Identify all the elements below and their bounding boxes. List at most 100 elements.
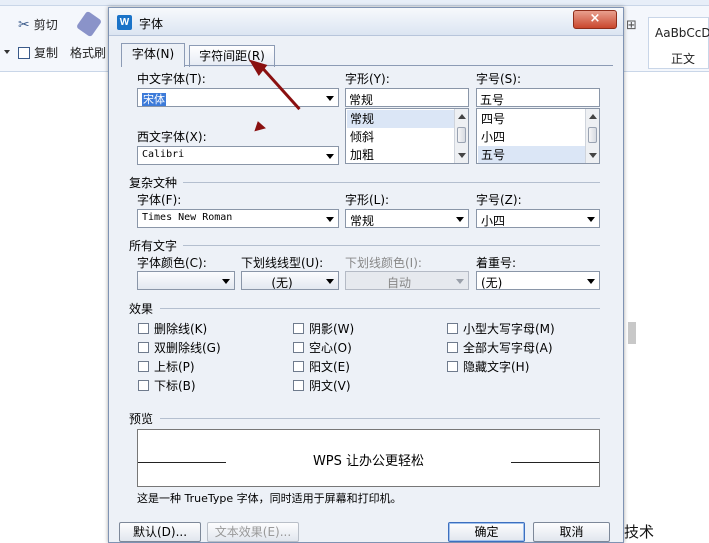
- subscript-checkbox[interactable]: 下标(B): [138, 377, 196, 394]
- complex-size-select[interactable]: 小四: [476, 209, 600, 228]
- strikethrough-checkbox[interactable]: 删除线(K): [138, 320, 207, 337]
- underline-color-select: 自动: [345, 271, 469, 290]
- list-item[interactable]: 小四: [478, 128, 585, 146]
- table-grid-icon: ⊞: [626, 18, 637, 33]
- shadow-checkbox[interactable]: 阴影(W): [293, 320, 354, 337]
- tab-font[interactable]: 字体(N): [121, 43, 185, 67]
- checkbox-box[interactable]: [447, 361, 458, 372]
- underline-color-label: 下划线颜色(I):: [345, 256, 422, 270]
- checkbox-label: 全部大写字母(A): [463, 341, 553, 355]
- chevron-down-icon: [326, 96, 334, 101]
- chevron-down-icon: [222, 279, 230, 284]
- checkbox-box[interactable]: [447, 342, 458, 353]
- style-name: 正文: [671, 52, 696, 66]
- divider: [183, 182, 600, 183]
- emphasis-mark-select[interactable]: (无): [476, 271, 600, 290]
- document-cursor-mark: [628, 322, 636, 344]
- western-font-label: 西文字体(X):: [137, 130, 207, 144]
- complex-style-value: 常规: [350, 214, 375, 228]
- checkbox-box[interactable]: [293, 342, 304, 353]
- dropdown-icon: [4, 50, 10, 54]
- complex-size-label: 字号(Z):: [476, 193, 522, 207]
- font-size-list[interactable]: 四号 小四 五号: [476, 108, 600, 164]
- scroll-thumb[interactable]: [457, 127, 466, 143]
- checkbox-box[interactable]: [293, 361, 304, 372]
- checkbox-label: 上标(P): [154, 360, 195, 374]
- copy-button[interactable]: 复制: [18, 44, 58, 61]
- style-sample-text: AaBbCcDd: [655, 26, 709, 40]
- document-text: 技术: [624, 523, 655, 541]
- emboss-checkbox[interactable]: 阳文(E): [293, 358, 350, 375]
- preview-note: 这是一种 TrueType 字体，同时适用于屏幕和打印机。: [137, 492, 402, 505]
- western-font-value: Calibri: [142, 149, 185, 160]
- checkbox-box[interactable]: [138, 342, 149, 353]
- list-item[interactable]: 倾斜: [347, 128, 454, 146]
- font-style-label: 字形(Y):: [345, 72, 390, 86]
- scrollbar[interactable]: [585, 109, 599, 163]
- checkbox-box[interactable]: [138, 380, 149, 391]
- chevron-down-icon: [326, 279, 334, 284]
- dialog-titlebar[interactable]: W 字体 ×: [109, 8, 623, 36]
- underline-style-select[interactable]: (无): [241, 271, 339, 290]
- checkbox-label: 下标(B): [154, 379, 196, 393]
- font-style-list[interactable]: 常规 倾斜 加粗: [345, 108, 469, 164]
- checkbox-box[interactable]: [138, 361, 149, 372]
- list-item[interactable]: 常规: [347, 110, 454, 128]
- checkbox-box[interactable]: [447, 323, 458, 334]
- western-font-select[interactable]: Calibri: [137, 146, 339, 165]
- checkbox-box[interactable]: [293, 380, 304, 391]
- font-size-input[interactable]: 五号: [476, 88, 600, 107]
- underline-style-value: (无): [271, 276, 293, 290]
- scroll-up-icon[interactable]: [589, 114, 597, 119]
- emphasis-mark-label: 着重号:: [476, 256, 517, 270]
- cancel-button[interactable]: 取消: [533, 522, 610, 542]
- format-painter-button[interactable]: 格式刷: [70, 44, 106, 61]
- preview-group-title: 预览: [129, 412, 154, 426]
- font-style-input[interactable]: 常规: [345, 88, 469, 107]
- font-color-select[interactable]: [137, 271, 235, 290]
- cut-label: 剪切: [33, 18, 58, 32]
- checkbox-box[interactable]: [293, 323, 304, 334]
- complex-script-group-title: 复杂文种: [129, 176, 178, 190]
- chinese-font-label: 中文字体(T):: [137, 72, 206, 86]
- chevron-down-icon: [326, 154, 334, 159]
- checkbox-box[interactable]: [138, 323, 149, 334]
- divider: [160, 418, 600, 419]
- font-size-value: 五号: [480, 93, 505, 107]
- list-item[interactable]: 四号: [478, 110, 585, 128]
- default-button[interactable]: 默认(D)...: [119, 522, 201, 542]
- complex-style-select[interactable]: 常规: [345, 209, 469, 228]
- list-item[interactable]: 五号: [478, 146, 585, 163]
- complex-font-select[interactable]: Times New Roman: [137, 209, 339, 228]
- scroll-down-icon[interactable]: [589, 153, 597, 158]
- copy-icon: [18, 46, 30, 59]
- scrollbar[interactable]: [454, 109, 468, 163]
- scroll-thumb[interactable]: [588, 127, 597, 143]
- underline-style-label: 下划线线型(U):: [241, 256, 324, 270]
- engrave-checkbox[interactable]: 阴文(V): [293, 377, 351, 394]
- list-item[interactable]: 加粗: [347, 146, 454, 163]
- checkbox-label: 阳文(E): [309, 360, 350, 374]
- ok-button[interactable]: 确定: [448, 522, 525, 542]
- double-strikethrough-checkbox[interactable]: 双删除线(G): [138, 339, 221, 356]
- hidden-text-checkbox[interactable]: 隐藏文字(H): [447, 358, 529, 375]
- outline-checkbox[interactable]: 空心(O): [293, 339, 352, 356]
- chevron-down-icon: [456, 217, 464, 222]
- chevron-down-icon: [326, 217, 334, 222]
- all-caps-checkbox[interactable]: 全部大写字母(A): [447, 339, 553, 356]
- quick-access-bar: [0, 78, 112, 173]
- divider: [183, 245, 600, 246]
- scroll-up-icon[interactable]: [458, 114, 466, 119]
- checkbox-label: 空心(O): [309, 341, 352, 355]
- chinese-font-select[interactable]: 宋体: [137, 88, 339, 107]
- superscript-checkbox[interactable]: 上标(P): [138, 358, 195, 375]
- checkbox-label: 阴影(W): [309, 322, 355, 336]
- scroll-down-icon[interactable]: [458, 153, 466, 158]
- style-normal[interactable]: AaBbCcDd 正文: [648, 17, 709, 69]
- divider: [160, 308, 600, 309]
- cut-button[interactable]: ✂ 剪切: [18, 16, 58, 33]
- close-button[interactable]: ×: [573, 10, 617, 29]
- small-caps-checkbox[interactable]: 小型大写字母(M): [447, 320, 555, 337]
- font-color-label: 字体颜色(C):: [137, 256, 207, 270]
- checkbox-label: 阴文(V): [309, 379, 351, 393]
